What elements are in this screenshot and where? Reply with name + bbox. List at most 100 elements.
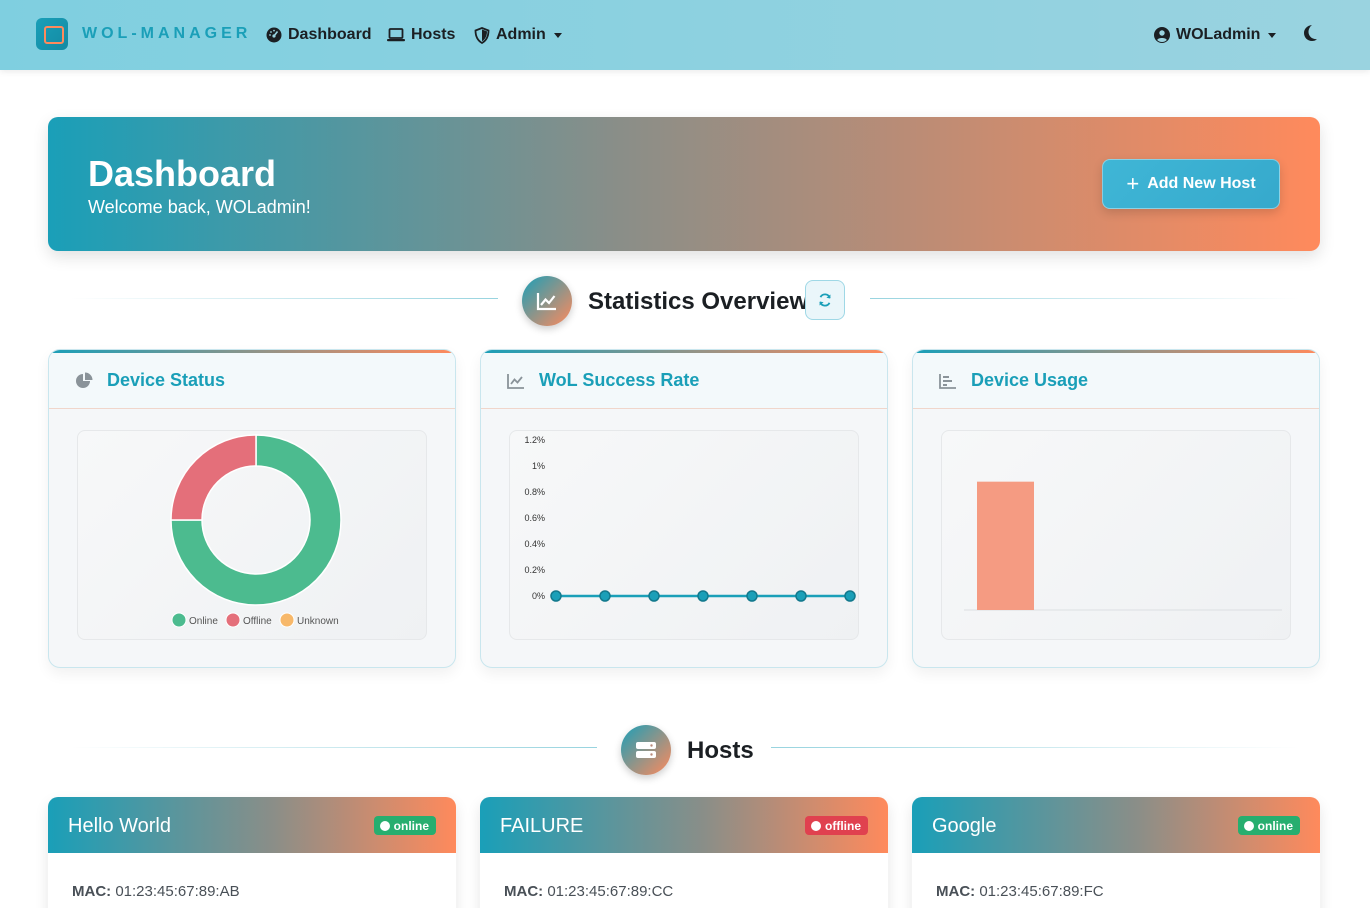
- data-point: [599, 590, 611, 602]
- nav-hosts[interactable]: Hosts: [387, 24, 455, 46]
- host-card-header: Google online: [912, 797, 1320, 853]
- theme-toggle-button[interactable]: [1302, 24, 1318, 47]
- legend-label-offline: Offline: [243, 616, 272, 627]
- plus-icon: +: [1126, 171, 1140, 196]
- nav-admin-dropdown[interactable]: Admin: [474, 24, 562, 46]
- legend-swatch-unknown: [279, 612, 295, 628]
- nav-admin-label: Admin: [496, 26, 546, 43]
- gauge-icon: [266, 27, 282, 43]
- wol-success-card: WoL Success Rate 0% 0.2% 0.4% 0.6% 0.8% 1% 1.2…: [480, 349, 888, 668]
- server-icon: [621, 725, 671, 775]
- bar: [977, 481, 1034, 610]
- host-name: Hello World: [68, 815, 171, 837]
- wol-success-chart: 0% 0.2% 0.4% 0.6% 0.8% 1% 1.2%: [524, 435, 856, 602]
- statistics-title: Statistics Overview: [588, 288, 809, 315]
- device-usage-title: Device Usage: [971, 370, 1089, 390]
- chevron-down-icon: [1268, 32, 1277, 38]
- mac-value: 01:23:45:67:89:AB: [115, 883, 240, 900]
- divider-line: [771, 747, 1300, 748]
- legend-swatch-online: [171, 612, 187, 628]
- chart-area: 0% 0.2% 0.4% 0.6% 0.8% 1% 1.2%: [509, 430, 859, 640]
- shield-icon: [474, 26, 490, 44]
- welcome-message: Welcome back, WOLadmin!: [88, 197, 311, 217]
- add-host-label: Add New Host: [1147, 175, 1256, 192]
- wol-success-title: WoL Success Rate: [539, 370, 700, 390]
- nav-dashboard-label: Dashboard: [288, 26, 372, 43]
- chart-area: Online Offline Unknown: [77, 430, 427, 640]
- card-header: Device Usage: [913, 353, 1319, 409]
- host-mac: MAC: 01:23:45:67:89:AB: [72, 883, 240, 900]
- data-point: [844, 590, 856, 602]
- refresh-button[interactable]: [805, 280, 845, 320]
- user-name: WOLadmin: [1176, 26, 1261, 43]
- device-usage-card: Device Usage: [912, 349, 1320, 668]
- hosts-title: Hosts: [687, 737, 754, 764]
- host-name: FAILURE: [500, 815, 584, 837]
- pie-chart-icon: [76, 372, 93, 388]
- status-badge: online: [373, 816, 436, 835]
- refresh-icon: [819, 293, 831, 307]
- device-status-title: Device Status: [107, 370, 226, 390]
- dashboard-banner: Dashboard Welcome back, WOLadmin! + Add …: [48, 117, 1320, 251]
- legend-swatch-offline: [225, 612, 241, 628]
- y-tick-label: 0.8%: [524, 487, 545, 497]
- host-card[interactable]: FAILURE offline MAC: 01:23:45:67:89:CC: [480, 797, 888, 908]
- status-label: offline: [825, 818, 861, 833]
- divider-line: [870, 298, 1300, 299]
- y-tick-label: 0.2%: [524, 565, 545, 575]
- user-circle-icon: [1154, 27, 1170, 43]
- device-status-card: Device Status Online Offline Unknown: [48, 349, 456, 668]
- card-header: Device Status: [49, 353, 455, 409]
- data-point: [795, 590, 807, 602]
- device-status-chart: Online Offline Unknown: [170, 434, 342, 628]
- legend-label-unknown: Unknown: [297, 616, 339, 627]
- legend-label-online: Online: [189, 616, 218, 627]
- data-point: [697, 590, 709, 602]
- nav-hosts-label: Hosts: [411, 26, 456, 43]
- moon-icon: [1304, 25, 1317, 41]
- status-label: online: [393, 818, 429, 833]
- laptop-icon: [387, 28, 405, 42]
- chart-area: [941, 430, 1291, 640]
- host-card-header: FAILURE offline: [480, 797, 888, 853]
- status-label: online: [1257, 818, 1293, 833]
- nav-dashboard[interactable]: Dashboard: [266, 24, 372, 46]
- navbar: WOL-MANAGER Dashboard Hosts Admin WOLadm…: [0, 0, 1370, 70]
- y-tick-label: 1%: [532, 461, 545, 471]
- mac-label: MAC:: [936, 883, 976, 900]
- host-card-header: Hello World online: [48, 797, 456, 853]
- mac-value: 01:23:45:67:89:FC: [979, 883, 1104, 900]
- host-card[interactable]: Google online MAC: 01:23:45:67:89:FC: [912, 797, 1320, 908]
- x-circle-icon: [811, 820, 821, 831]
- bar-chart-icon: [939, 373, 956, 389]
- y-tick-label: 0.6%: [524, 513, 545, 523]
- add-host-button[interactable]: + Add New Host: [1102, 159, 1280, 209]
- y-tick-label: 1.2%: [524, 435, 545, 445]
- data-point: [746, 590, 758, 602]
- y-tick-label: 0%: [532, 591, 545, 601]
- check-circle-icon: [1243, 820, 1254, 831]
- status-badge: online: [1237, 816, 1300, 835]
- device-usage-chart: [964, 481, 1282, 611]
- mac-value: 01:23:45:67:89:CC: [547, 883, 674, 900]
- card-header: WoL Success Rate: [481, 353, 887, 409]
- host-card[interactable]: Hello World online MAC: 01:23:45:67:89:A…: [48, 797, 456, 908]
- mac-label: MAC:: [504, 883, 544, 900]
- check-circle-icon: [379, 820, 390, 831]
- page-title: Dashboard: [88, 153, 277, 194]
- brand-name: WOL-MANAGER: [82, 25, 252, 42]
- brand-logo-icon: [36, 18, 68, 50]
- mac-label: MAC:: [72, 883, 112, 900]
- brand[interactable]: WOL-MANAGER: [36, 18, 251, 50]
- host-name: Google: [932, 815, 997, 837]
- divider-line: [70, 298, 498, 299]
- data-point: [648, 590, 660, 602]
- data-point: [550, 590, 562, 602]
- chart-line-icon: [507, 373, 524, 389]
- chevron-down-icon: [553, 32, 562, 38]
- host-mac: MAC: 01:23:45:67:89:FC: [936, 883, 1104, 900]
- user-menu-dropdown[interactable]: WOLadmin: [1154, 24, 1277, 46]
- pie-slice-offline: [170, 434, 257, 521]
- status-badge: offline: [805, 816, 868, 835]
- y-tick-label: 0.4%: [524, 539, 545, 549]
